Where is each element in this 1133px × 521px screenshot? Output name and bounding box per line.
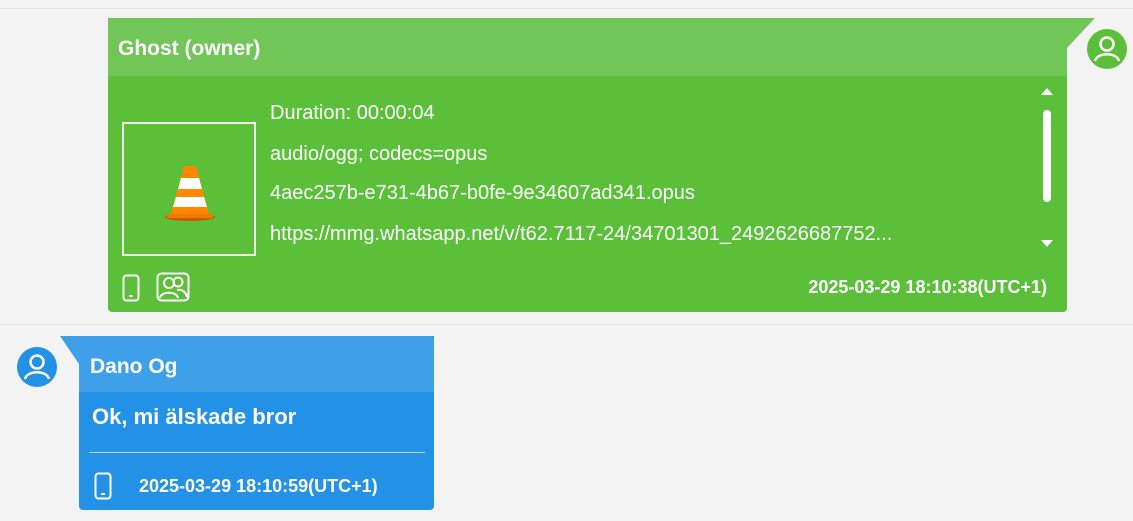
message-timestamp: 2025-03-29 18:10:59(UTC+1) — [139, 476, 378, 496]
message-bubble-incoming[interactable]: Dano Og Ok, mi älskade bror 2025-03-29 1… — [60, 336, 434, 510]
bubble-tail — [60, 336, 79, 364]
scroll-down-arrow[interactable] — [1041, 240, 1053, 247]
sender-name: Ghost (owner) — [118, 37, 261, 60]
message-timestamp: 2025-03-29 18:10:38(UTC+1) — [808, 277, 1047, 297]
divider — [89, 452, 425, 453]
attachment-thumbnail[interactable] — [122, 122, 256, 256]
phone-icon — [122, 274, 140, 302]
contacts-icon — [156, 272, 190, 302]
attachment-url[interactable]: https://mmg.whatsapp.net/v/t62.7117-24/3… — [270, 223, 1010, 246]
attachment-duration: Duration: 00:00:04 — [270, 102, 435, 124]
message-bubble-outgoing[interactable]: Ghost (owner) Duration: 00:00:04 audio/o… — [108, 18, 1095, 312]
scroll-up-arrow[interactable] — [1041, 88, 1053, 95]
scrollbar-thumb[interactable] — [1043, 110, 1051, 202]
message-header: Dano Og — [79, 336, 434, 392]
phone-icon — [94, 472, 112, 500]
message-header: Ghost (owner) — [108, 18, 1067, 76]
row-separator — [0, 324, 1133, 325]
message-text: Ok, mi älskade bror — [92, 404, 297, 429]
user-avatar-icon — [17, 347, 57, 387]
attachment-mime: audio/ogg; codecs=opus — [270, 143, 488, 165]
attachment-filename: 4aec257b-e731-4b67-b0fe-9e34607ad341.opu… — [270, 182, 695, 204]
row-separator — [0, 8, 1133, 9]
user-avatar-icon — [1087, 29, 1127, 69]
vlc-cone-icon — [165, 166, 215, 221]
sender-name: Dano Og — [90, 355, 178, 378]
